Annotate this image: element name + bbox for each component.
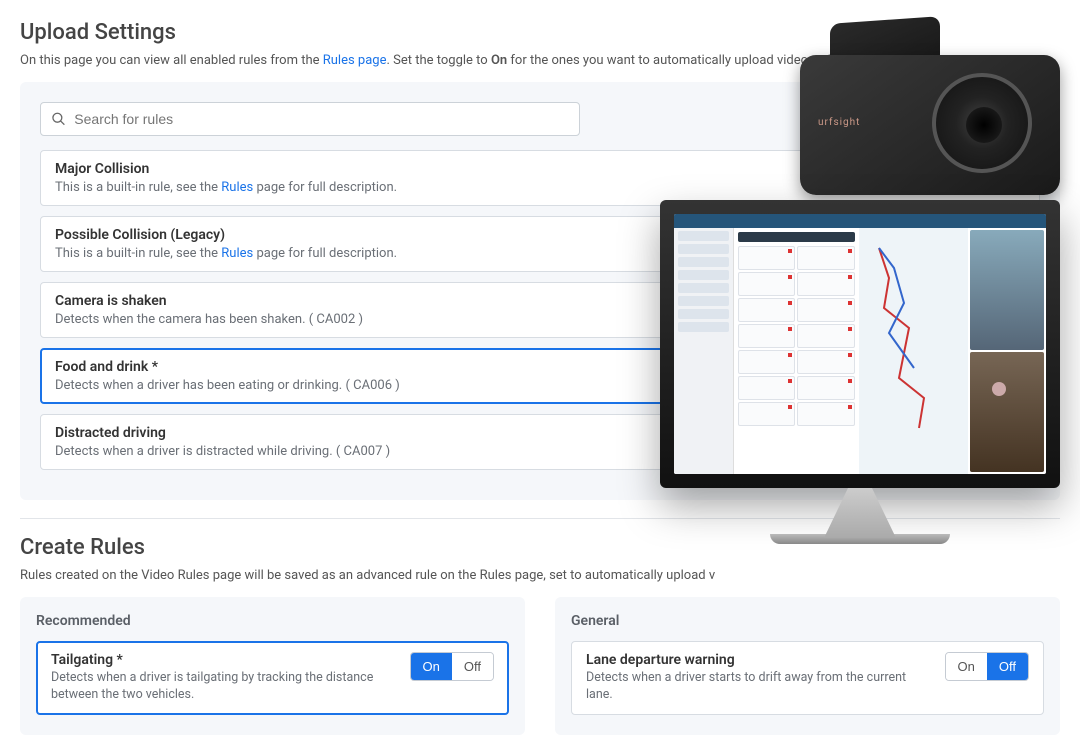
tailgating-on[interactable]: On [411, 653, 452, 680]
tailgating-off[interactable]: Off [452, 653, 493, 680]
general-group: General Lane departure warning Detects w… [555, 597, 1060, 735]
create-rules-subtext: Rules created on the Video Rules page wi… [20, 568, 1060, 583]
recommended-label: Recommended [36, 613, 509, 629]
lane-departure-off[interactable]: Off [987, 653, 1028, 680]
recommended-group: Recommended Tailgating * Detects when a … [20, 597, 525, 735]
rules-page-link[interactable]: Rules page [323, 53, 387, 68]
tailgating-card[interactable]: Tailgating * Detects when a driver is ta… [36, 641, 509, 715]
lane-departure-toggle[interactable]: On Off [945, 652, 1029, 681]
rules-link[interactable]: Rules [221, 180, 253, 195]
search-input[interactable] [74, 111, 569, 127]
lane-departure-desc: Detects when a driver starts to drift aw… [586, 670, 933, 704]
search-input-wrap[interactable] [40, 102, 580, 136]
general-label: General [571, 613, 1044, 629]
tailgating-toggle[interactable]: On Off [410, 652, 494, 681]
lane-departure-on[interactable]: On [946, 653, 987, 680]
tailgating-desc: Detects when a driver is tailgating by t… [51, 670, 398, 704]
search-icon [51, 111, 66, 127]
dashcam-image: urfsight [780, 20, 1060, 200]
monitor-image [660, 200, 1060, 544]
lane-departure-title: Lane departure warning [586, 652, 933, 668]
rules-link[interactable]: Rules [221, 246, 253, 261]
lane-departure-card[interactable]: Lane departure warning Detects when a dr… [571, 641, 1044, 715]
tailgating-title: Tailgating * [51, 652, 398, 668]
